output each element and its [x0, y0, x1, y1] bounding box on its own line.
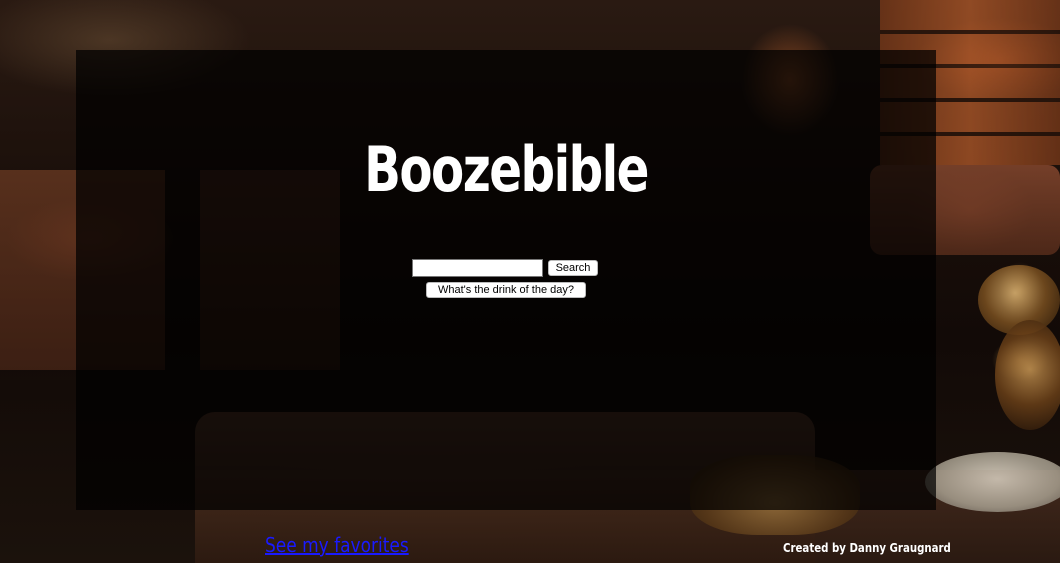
credit-text: Created by Danny Graugnard: [783, 541, 951, 555]
background-pot: [995, 320, 1060, 430]
content-overlay: [76, 50, 936, 510]
favorites-link[interactable]: See my favorites: [265, 533, 409, 557]
background-side-table: [925, 452, 1060, 512]
search-input[interactable]: [412, 259, 543, 277]
page-title: Boozebible: [364, 133, 649, 206]
search-form: Search: [412, 259, 598, 277]
page: Boozebible Search What's the drink of th…: [0, 0, 1060, 563]
drink-of-the-day-button[interactable]: What's the drink of the day?: [426, 282, 586, 298]
search-button[interactable]: Search: [548, 260, 598, 276]
